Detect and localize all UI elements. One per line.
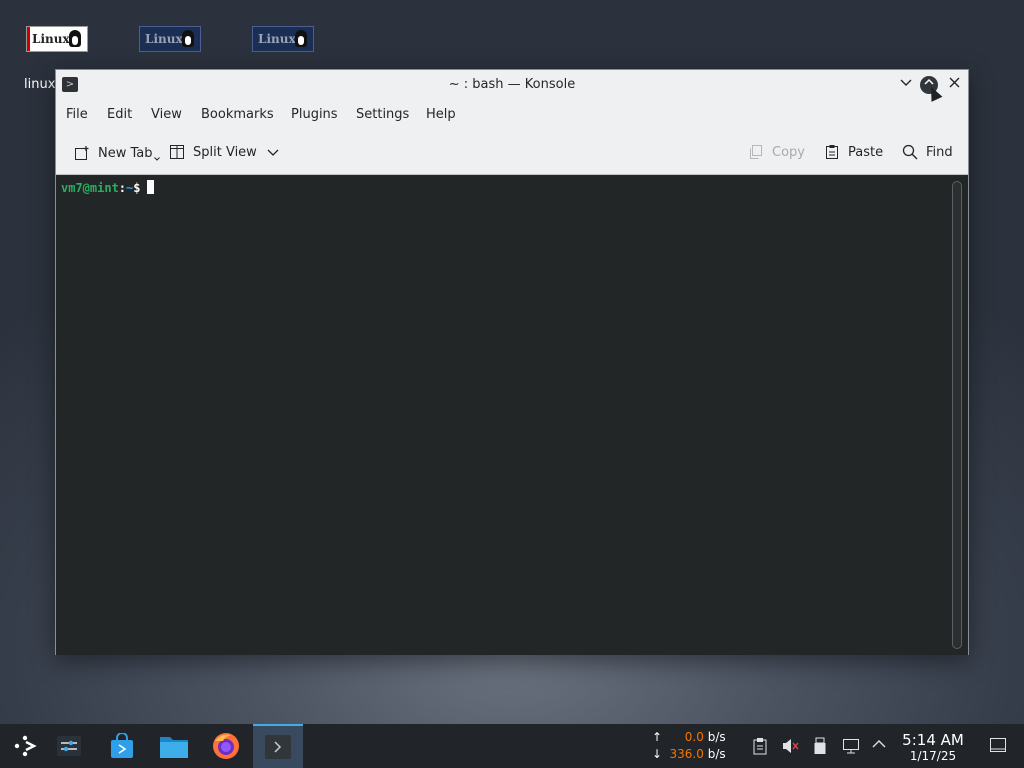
menu-settings[interactable]: Settings <box>356 107 409 122</box>
download-speed: 336.0 <box>669 747 704 761</box>
show-desktop-button[interactable] <box>989 737 1007 757</box>
settings-sliders-icon <box>57 736 81 756</box>
taskbar: ↑ 0.0 b/s ↓ 336.0 b/s 5:14 AM 1/17/25 <box>0 724 1024 768</box>
store-bag-icon <box>111 733 133 758</box>
desktop-icon-label: Linux <box>32 32 70 46</box>
new-tab-label: New Tab <box>98 145 153 161</box>
prompt-dollar: $ <box>133 181 141 195</box>
desktop-icon-linux-3[interactable]: Linux <box>252 26 314 52</box>
volume-muted-icon <box>783 739 799 753</box>
desktop-icon-caption: linux <box>24 77 56 92</box>
clipboard-icon <box>753 738 767 755</box>
chevron-down-icon <box>900 79 912 86</box>
paste-button[interactable]: Paste <box>824 144 883 160</box>
firefox-icon <box>213 733 239 759</box>
prompt-colon: : <box>118 181 127 195</box>
toolbar: New Tab Split View Copy Paste Find <box>56 132 968 170</box>
tux-icon <box>182 30 194 47</box>
close-icon <box>949 77 959 88</box>
chevron-up-icon <box>872 740 886 748</box>
tux-icon <box>69 30 81 47</box>
application-launcher-button[interactable] <box>0 724 50 768</box>
menu-bookmarks[interactable]: Bookmarks <box>201 107 274 122</box>
volume-tray-icon[interactable] <box>781 737 799 759</box>
discover-task[interactable] <box>97 724 147 768</box>
desktop-icon-label: Linux <box>258 32 296 46</box>
usb-drive-icon <box>814 737 826 754</box>
split-view-button[interactable]: Split View <box>169 144 279 160</box>
desktop-icon-linux-1[interactable]: Linux <box>26 26 88 52</box>
terminal-app-icon <box>265 735 291 759</box>
desktop-icon-label: Linux <box>145 32 183 46</box>
find-button[interactable]: Find <box>902 144 953 160</box>
search-icon <box>902 144 918 160</box>
wired-network-icon <box>843 739 859 754</box>
chevron-down-icon <box>267 149 279 156</box>
menu-plugins[interactable]: Plugins <box>291 107 338 122</box>
show-hidden-icons-button[interactable] <box>872 737 886 755</box>
file-manager-task[interactable] <box>149 724 199 768</box>
network-speed-monitor[interactable]: ↑ 0.0 b/s ↓ 336.0 b/s <box>652 729 726 763</box>
window-title: ~ : bash — Konsole <box>448 77 576 92</box>
new-tab-button[interactable]: New Tab <box>74 144 160 162</box>
title-bar[interactable]: > ~ : bash — Konsole <box>56 70 968 102</box>
terminal-area[interactable]: vm7@mint:~$ <box>56 174 968 655</box>
network-tray-icon[interactable] <box>842 737 860 759</box>
menu-view[interactable]: View <box>151 107 182 122</box>
tux-icon <box>295 30 307 47</box>
clock-date: 1/17/25 <box>909 749 957 763</box>
menu-help[interactable]: Help <box>426 107 456 122</box>
desktop-icon-linux-2[interactable]: Linux <box>139 26 201 52</box>
system-settings-task[interactable] <box>44 724 94 768</box>
paste-label: Paste <box>848 144 884 160</box>
download-arrow: ↓ <box>652 747 663 761</box>
text-cursor <box>146 180 154 194</box>
minimize-button[interactable] <box>896 75 916 95</box>
menu-file[interactable]: File <box>66 107 88 122</box>
prompt-user: vm7@mint <box>61 181 119 195</box>
find-label: Find <box>926 144 953 160</box>
menu-bar: File Edit View Bookmarks Plugins Setting… <box>56 100 968 128</box>
download-unit: b/s <box>707 747 726 761</box>
usb-device-tray-icon[interactable] <box>813 737 827 759</box>
terminal-prompt: vm7@mint:~$ <box>61 180 154 195</box>
upload-unit: b/s <box>707 730 726 744</box>
konsole-task[interactable] <box>253 724 303 768</box>
upload-speed: 0.0 <box>684 730 704 744</box>
menu-edit[interactable]: Edit <box>107 107 132 122</box>
chevron-down-icon <box>153 157 160 161</box>
firefox-task[interactable] <box>201 724 251 768</box>
copy-icon <box>750 145 762 159</box>
clock-time: 5:14 AM <box>902 731 964 749</box>
paste-icon <box>826 145 838 159</box>
terminal-scrollbar[interactable] <box>952 181 962 649</box>
split-view-label: Split View <box>193 144 257 160</box>
digital-clock[interactable]: 5:14 AM 1/17/25 <box>898 731 968 764</box>
split-view-icon <box>170 145 184 159</box>
konsole-window: > ~ : bash — Konsole File Edit View Book… <box>55 69 969 655</box>
show-desktop-icon <box>990 738 1006 752</box>
clipboard-tray-icon[interactable] <box>752 737 768 759</box>
copy-label: Copy <box>772 144 805 160</box>
close-button[interactable] <box>944 75 964 95</box>
new-tab-icon <box>75 146 89 160</box>
copy-button[interactable]: Copy <box>748 144 805 160</box>
upload-arrow: ↑ <box>652 730 663 744</box>
launcher-icon <box>14 735 37 757</box>
folder-icon <box>160 737 188 758</box>
